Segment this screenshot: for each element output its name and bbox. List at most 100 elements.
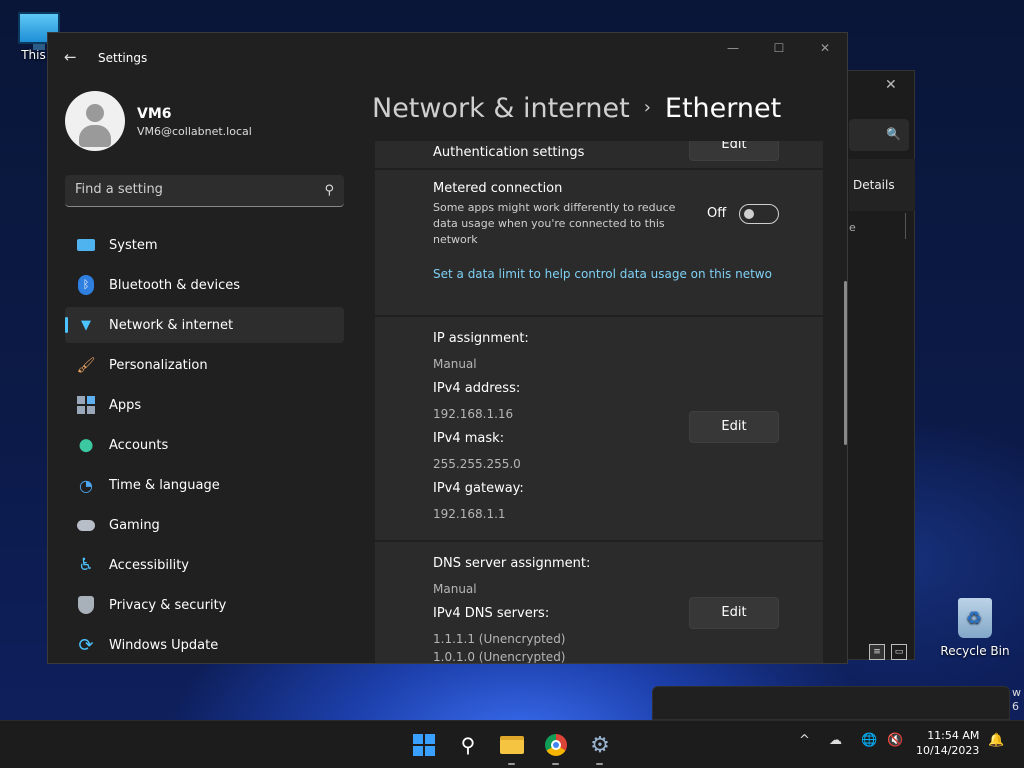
metered-toggle[interactable] <box>739 204 779 224</box>
monitor-icon <box>76 235 96 255</box>
accessibility-icon: ♿ <box>78 555 94 575</box>
notification-panel <box>652 686 1010 720</box>
notification-bell-icon[interactable]: 🔔 <box>988 733 1004 748</box>
ip-card: IP assignment: Manual IPv4 address: 192.… <box>375 317 823 540</box>
sidebar-item-label: Apps <box>109 397 142 413</box>
volume-muted-icon[interactable]: 🔇 <box>887 733 903 748</box>
recycle-bin-desktop-icon[interactable]: Recycle Bin <box>940 598 1010 658</box>
auth-edit-button[interactable]: Edit <box>689 141 779 161</box>
edge-text-2: 6 <box>1012 700 1019 713</box>
taskbar: ⚲ ⚙ ^ ☁ 🌐 🔇 11:54 AM 10/14/2023 🔔 <box>0 720 1024 768</box>
metered-label: Metered connection <box>433 181 563 196</box>
ip-edit-button[interactable]: Edit <box>689 411 779 443</box>
sidebar-item-bluetooth[interactable]: ᛒ Bluetooth & devices <box>65 267 344 303</box>
chrome-icon[interactable] <box>540 729 572 765</box>
sidebar-item-accounts[interactable]: ● Accounts <box>65 427 344 463</box>
sidebar-item-gaming[interactable]: Gaming <box>65 507 344 543</box>
gamepad-icon <box>76 515 96 535</box>
bluetooth-icon: ᛒ <box>76 275 96 295</box>
title-bar: ← Settings — ☐ ✕ <box>48 33 847 81</box>
sidebar-item-accessibility[interactable]: ♿ Accessibility <box>65 547 344 583</box>
sidebar-item-time-language[interactable]: ◔ Time & language <box>65 467 344 503</box>
onedrive-icon[interactable]: ☁ <box>829 733 842 748</box>
search-input[interactable] <box>75 182 305 197</box>
ipv4-gateway-value: 192.168.1.1 <box>433 507 506 521</box>
sidebar-item-windows-update[interactable]: ⟳ Windows Update <box>65 627 344 663</box>
sidebar-item-label: Accounts <box>109 437 169 453</box>
scrollbar[interactable] <box>844 281 847 445</box>
content-pane: Authentication settings Edit Metered con… <box>375 141 823 664</box>
details-button[interactable]: Details <box>853 178 895 192</box>
sidebar-item-network[interactable]: ▼ Network & internet <box>65 307 344 343</box>
data-limit-link[interactable]: Set a data limit to help control data us… <box>433 267 779 281</box>
search-icon[interactable]: 🔍 <box>849 119 909 151</box>
windows-logo-icon <box>413 734 435 756</box>
metered-state: Off <box>707 206 727 221</box>
network-globe-icon[interactable]: 🌐 <box>861 733 877 748</box>
ipv4-gateway-label: IPv4 gateway: <box>433 481 524 496</box>
ip-assignment-label: IP assignment: <box>433 331 529 346</box>
wifi-icon: ▼ <box>81 317 91 333</box>
details-view-icon[interactable]: ≡ <box>869 644 885 660</box>
shield-icon <box>76 595 96 615</box>
user-email: VM6@collabnet.local <box>137 125 252 138</box>
chevron-up-icon[interactable]: ^ <box>799 733 810 748</box>
ipv4-mask-label: IPv4 mask: <box>433 431 505 446</box>
sidebar-item-label: Privacy & security <box>109 597 227 613</box>
minimize-icon[interactable]: — <box>721 41 745 61</box>
metered-description: Some apps might work differently to redu… <box>433 201 676 246</box>
start-button[interactable] <box>408 729 440 761</box>
clock-date: 10/14/2023 <box>916 744 980 757</box>
search-icon[interactable]: ⚲ <box>452 729 484 761</box>
search-box[interactable]: ⚲ <box>65 175 344 207</box>
globe-clock-icon: ◔ <box>79 475 93 495</box>
dns-card: DNS server assignment: Manual IPv4 DNS s… <box>375 542 823 664</box>
breadcrumb: Network & internet › Ethernet <box>372 93 781 124</box>
clock-time: 11:54 AM <box>927 729 980 742</box>
recycle-bin-icon <box>958 598 992 638</box>
sidebar-item-personalization[interactable]: 🖌 Personalization <box>65 347 344 383</box>
page-title: Ethernet <box>664 93 782 124</box>
maximize-icon[interactable]: ☐ <box>767 41 791 61</box>
back-arrow-icon[interactable]: ← <box>64 49 80 65</box>
edge-text-1: w <box>1012 686 1021 699</box>
ip-assignment-value: Manual <box>433 357 477 371</box>
sidebar-item-label: Personalization <box>109 357 208 373</box>
close-icon[interactable]: ✕ <box>813 41 837 61</box>
search-icon[interactable]: ⚲ <box>324 183 334 198</box>
ipv4-address-value: 192.168.1.16 <box>433 407 514 421</box>
dns-assignment-value: Manual <box>433 582 477 596</box>
partial-text: e <box>849 221 856 234</box>
sidebar-item-label: System <box>109 237 158 253</box>
sidebar-item-privacy[interactable]: Privacy & security <box>65 587 344 623</box>
close-icon[interactable]: ✕ <box>885 77 897 93</box>
dns-edit-button[interactable]: Edit <box>689 597 779 629</box>
sidebar-item-apps[interactable]: Apps <box>65 387 344 423</box>
dns-server-1: 1.1.1.1 (Unencrypted) <box>433 632 566 646</box>
settings-gear-icon[interactable]: ⚙ <box>584 729 616 765</box>
clock[interactable]: 11:54 AM 10/14/2023 <box>916 728 979 758</box>
dns-server-2: 1.0.1.0 (Unencrypted) <box>433 650 566 664</box>
auth-card: Authentication settings Edit <box>375 141 823 168</box>
sidebar-item-label: Time & language <box>109 477 220 493</box>
sidebar-nav: System ᛒ Bluetooth & devices ▼ Network &… <box>65 227 344 663</box>
update-icon: ⟳ <box>78 634 94 656</box>
sidebar-item-label: Bluetooth & devices <box>109 277 240 293</box>
sidebar-item-label: Windows Update <box>109 637 219 653</box>
ipv4-mask-value: 255.255.255.0 <box>433 457 521 471</box>
person-icon: ● <box>78 435 94 455</box>
settings-window: ← Settings — ☐ ✕ VM6 VM6@collabnet.local… <box>47 32 848 664</box>
auth-settings-label: Authentication settings <box>433 145 585 160</box>
breadcrumb-parent[interactable]: Network & internet <box>372 93 630 124</box>
avatar[interactable] <box>65 91 125 151</box>
sidebar-item-system[interactable]: System <box>65 227 344 263</box>
brush-icon: 🖌 <box>76 356 96 374</box>
sidebar-item-label: Network & internet <box>109 317 234 333</box>
metered-card: Metered connection Some apps might work … <box>375 170 823 315</box>
ipv4-address-label: IPv4 address: <box>433 381 521 396</box>
tiles-view-icon[interactable]: ▭ <box>891 644 907 660</box>
sidebar-item-label: Gaming <box>109 517 160 533</box>
file-explorer-icon[interactable] <box>496 729 528 765</box>
window-title: Settings <box>98 51 148 65</box>
sidebar-item-label: Accessibility <box>109 557 189 573</box>
